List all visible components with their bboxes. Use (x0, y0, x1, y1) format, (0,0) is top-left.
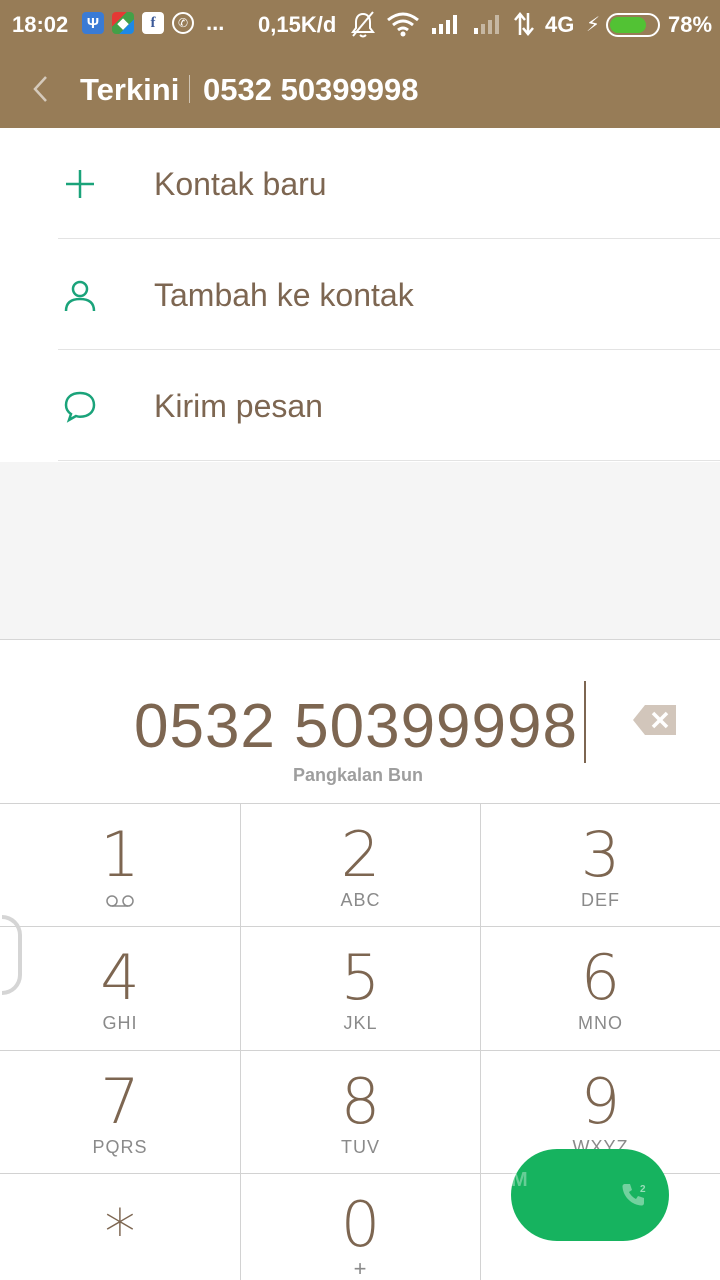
key-letters: + (353, 1256, 368, 1280)
send-message-option[interactable]: Kirim pesan (0, 350, 720, 461)
key-letters: ABC (340, 890, 381, 910)
whatsapp-icon: ✆ (172, 12, 194, 34)
title-bar: Terkini 0532 50399998 (0, 50, 720, 128)
signal-strength-icon (432, 15, 457, 34)
sim-label: M (511, 1169, 528, 1191)
battery-percent: 78% (668, 12, 713, 37)
key-letters: GHI (102, 1013, 138, 1033)
page-title-number: 0532 50399998 (203, 72, 419, 107)
key-digit: 1 (100, 818, 140, 891)
key-digit: * (104, 1196, 136, 1269)
notification-icons: Ψ ◆ f ✆ ... (82, 12, 224, 34)
facebook-icon: f (142, 12, 164, 34)
key-1[interactable]: 1 (0, 804, 241, 927)
add-to-contact-option[interactable]: Tambah ke kontak (0, 239, 720, 350)
text-cursor (584, 681, 586, 763)
key-letters: PQRS (92, 1137, 148, 1157)
title-divider (189, 75, 190, 103)
back-chevron-icon[interactable] (26, 72, 56, 106)
key-star[interactable]: * (0, 1174, 241, 1280)
status-bar: 18:02 Ψ ◆ f ✆ ... 0,15K/d 4G ⚡ 78% (0, 0, 720, 50)
key-digit: 2 (340, 818, 381, 891)
key-digit: 8 (340, 1065, 381, 1138)
key-3[interactable]: 3 DEF (481, 804, 720, 927)
new-contact-option[interactable]: Kontak baru (0, 128, 720, 239)
signal-strength-weak-icon (474, 15, 499, 34)
key-5[interactable]: 5 JKL (241, 927, 481, 1051)
mute-bell-icon (351, 11, 375, 38)
network-type: 4G (545, 12, 575, 37)
key-letters: MNO (578, 1013, 623, 1033)
key-digit: 7 (100, 1065, 140, 1138)
person-icon (64, 280, 96, 312)
new-contact-label: Kontak baru (154, 166, 327, 202)
data-arrows-icon (514, 12, 534, 36)
call-button[interactable]: M 2 (511, 1149, 669, 1241)
key-digit: 9 (580, 1065, 621, 1138)
voicemail-icon (106, 895, 134, 907)
dialer-display: 0532 50399998 Pangkalan Bun (0, 641, 720, 803)
add-to-contact-label: Tambah ke kontak (154, 277, 414, 313)
charging-bolt-icon: ⚡ (586, 14, 601, 36)
dialed-number: 0532 50399998 (133, 692, 578, 761)
key-digit: 3 (580, 818, 621, 891)
key-7[interactable]: 7 PQRS (0, 1051, 241, 1174)
key-4[interactable]: 4 GHI (0, 927, 241, 1051)
key-letters: DEF (581, 890, 620, 910)
send-message-label: Kirim pesan (154, 388, 323, 424)
number-actions-list: Kontak baru Tambah ke kontak Kirim pesan (0, 128, 720, 462)
key-2[interactable]: 2 ABC (241, 804, 481, 927)
key-digit: 4 (100, 941, 140, 1014)
system-icons (350, 10, 534, 38)
empty-area (0, 462, 720, 640)
backspace-icon[interactable] (632, 703, 678, 737)
key-6[interactable]: 6 MNO (481, 927, 720, 1051)
key-0[interactable]: 0 + (241, 1174, 481, 1280)
more-notifications-indicator: ... (206, 10, 225, 35)
battery-level-fill (610, 17, 646, 33)
network-speed: 0,15K/d (258, 12, 337, 37)
clock: 18:02 (12, 12, 69, 37)
plus-icon (66, 170, 94, 198)
phone-sim2-icon: 2 (622, 1184, 646, 1206)
key-digit: 6 (580, 941, 621, 1014)
key-letters: TUV (341, 1137, 380, 1157)
sim-number: 2 (640, 1184, 646, 1195)
divider (58, 460, 720, 461)
key-8[interactable]: 8 TUV (241, 1051, 481, 1174)
wifi-icon (387, 12, 419, 37)
key-letters: JKL (343, 1013, 378, 1033)
message-bubble-icon (64, 391, 96, 423)
map-app-icon: ◆ (112, 12, 134, 34)
number-location: Pangkalan Bun (292, 765, 424, 785)
battery-icon (606, 13, 660, 37)
dialed-number-field[interactable]: 0532 50399998 (0, 681, 720, 763)
key-digit: 0 (340, 1188, 381, 1261)
edge-gesture-handle[interactable] (2, 915, 22, 995)
key-digit: 5 (340, 941, 381, 1014)
trident-app-icon: Ψ (82, 12, 104, 34)
section-title: Terkini (80, 72, 180, 107)
